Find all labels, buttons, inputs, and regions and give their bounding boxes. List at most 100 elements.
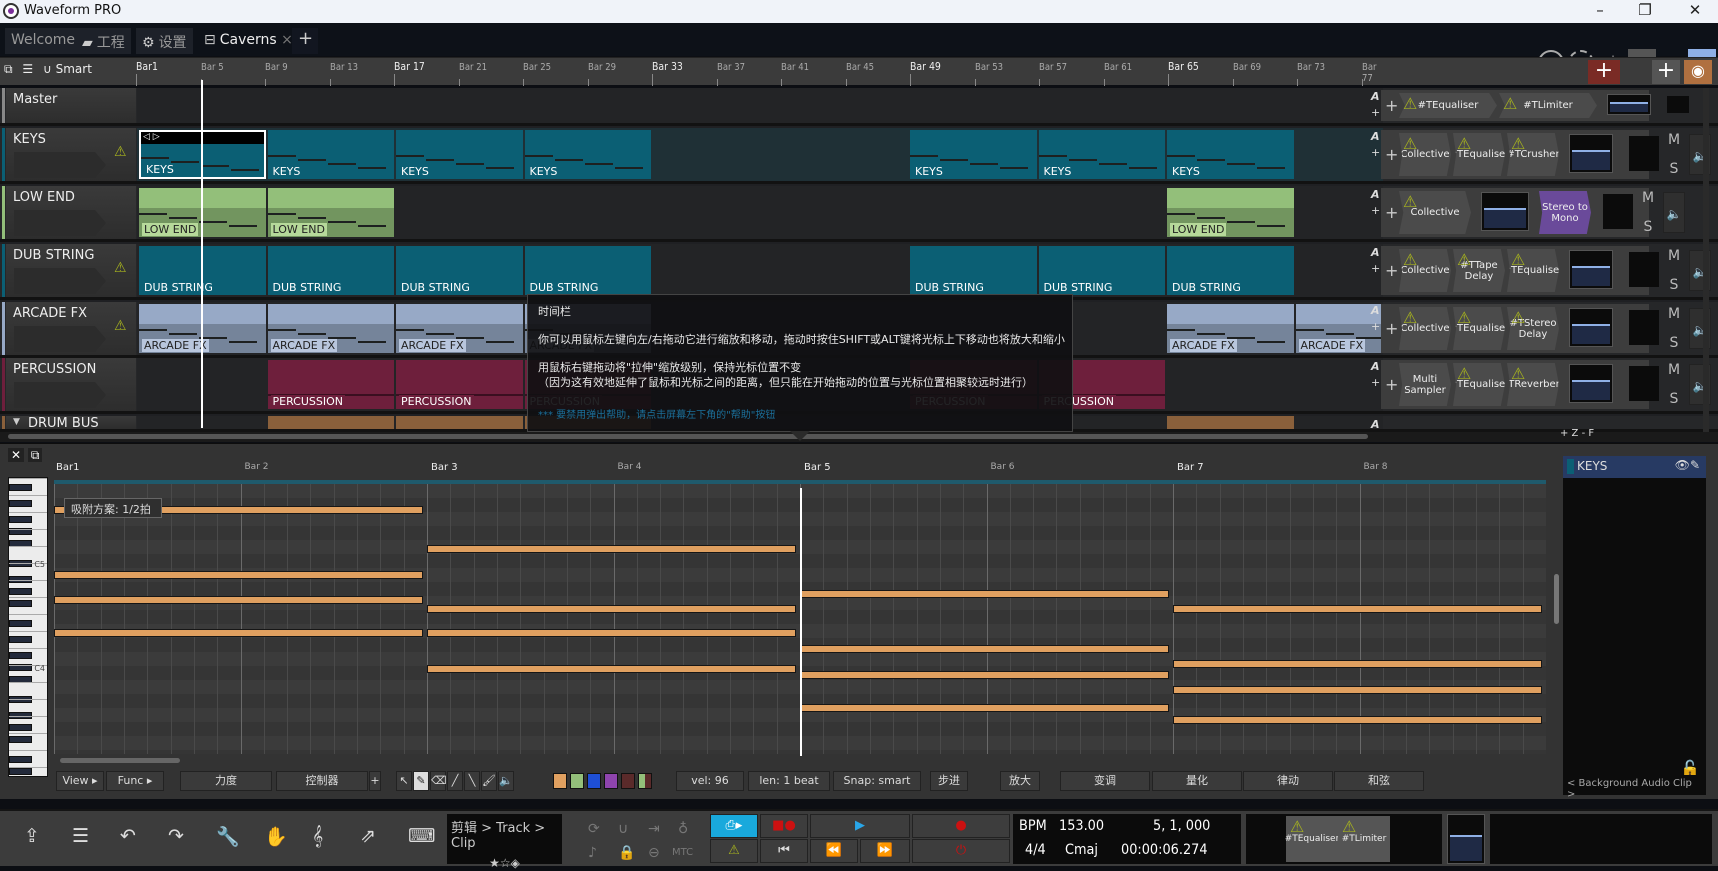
add-folder-button[interactable]: + (1652, 60, 1680, 84)
white-key[interactable] (9, 699, 47, 700)
black-key[interactable] (9, 636, 32, 643)
midi-note[interactable] (1173, 660, 1542, 668)
rewind-button[interactable]: ⏪ (810, 839, 858, 863)
black-key[interactable] (9, 484, 32, 491)
controller-tab[interactable]: 控制器 (276, 771, 368, 791)
lock-icon[interactable]: 🔒 (618, 845, 635, 861)
automation-icon[interactable]: A (1371, 188, 1380, 201)
white-key[interactable] (9, 631, 47, 632)
add-automation-icon[interactable]: + (1371, 320, 1380, 333)
clip[interactable]: DUB STRING (1038, 246, 1165, 295)
window-icon[interactable]: ⧉ (4, 62, 13, 76)
clip[interactable]: KEYS (910, 130, 1037, 179)
tab-project[interactable]: ▰ 工程 (76, 28, 131, 54)
plugin-tequaliser[interactable]: ⚠ #TEqualiser (1453, 307, 1505, 350)
plugin-multisampler[interactable]: Multi Sampler (1399, 363, 1451, 406)
white-key[interactable] (9, 495, 47, 496)
white-key[interactable] (9, 682, 47, 683)
white-key[interactable] (9, 614, 47, 615)
clip[interactable]: ARCADE FX (396, 304, 523, 353)
automation-icon[interactable]: A (1371, 246, 1380, 259)
black-key[interactable] (9, 516, 32, 523)
master-plugin[interactable]: ⚠ #TEqualiser (1285, 816, 1339, 862)
vertical-scrollbar[interactable] (1703, 88, 1709, 432)
solo-button[interactable]: S (1663, 391, 1685, 407)
white-key[interactable] (9, 767, 47, 768)
note-color-swatch[interactable] (604, 773, 618, 789)
add-automation-icon[interactable]: + (1371, 106, 1380, 119)
pencil-tool-icon[interactable]: ✎ (413, 771, 429, 791)
add-automation-icon[interactable]: + (1371, 146, 1380, 159)
clip[interactable] (1167, 416, 1294, 429)
clip[interactable]: DUB STRING (1167, 246, 1294, 295)
eraser-tool-icon[interactable]: ⌫ (430, 771, 447, 791)
bar-position[interactable]: 5, 1, 000 (1153, 818, 1210, 834)
view-menu[interactable]: View ▸ (56, 771, 104, 791)
velocity-tab[interactable]: 力度 (180, 771, 272, 791)
clip[interactable]: KEYS (267, 130, 394, 179)
editor-playhead[interactable] (800, 488, 802, 756)
white-key[interactable] (9, 648, 47, 649)
add-plugin-icon[interactable]: + (1385, 261, 1398, 280)
add-automation-icon[interactable]: + (1371, 262, 1380, 275)
white-key[interactable] (9, 546, 47, 547)
track-list-icon[interactable]: ☰ (22, 62, 33, 76)
track-lane[interactable]: DUB STRING DUB STRING DUB STRING DUB STRING… (137, 244, 1383, 297)
clip[interactable]: DUB STRING (396, 246, 523, 295)
solo-button[interactable]: S (1663, 277, 1685, 293)
eye-edit-icon[interactable]: 👁✎ (1675, 458, 1700, 472)
add-plugin-icon[interactable]: + (1385, 96, 1398, 115)
undo-icon[interactable]: ↶ (120, 825, 136, 847)
add-track-button[interactable]: + (1588, 60, 1620, 84)
close-window-button[interactable]: ✕ (1680, 1, 1710, 19)
clip[interactable] (396, 416, 523, 429)
key-signature[interactable]: Cmaj (1065, 842, 1098, 858)
loop-icon[interactable]: ⟳ (588, 821, 600, 837)
func-menu[interactable]: Func ▸ (106, 771, 164, 791)
black-key[interactable] (9, 500, 32, 507)
playhead[interactable] (201, 80, 203, 428)
time-position[interactable]: 00:00:06.274 (1121, 842, 1208, 858)
clip[interactable]: KEYS (396, 130, 523, 179)
black-key[interactable] (9, 600, 32, 607)
keyboard-icon[interactable]: ⌨ (408, 825, 435, 847)
track-header[interactable]: LOW END (2, 186, 136, 239)
chord-menu[interactable]: 和弦 (1334, 771, 1424, 791)
mute-button[interactable]: M (1637, 190, 1659, 206)
arrangement-scrollbar[interactable]: + Z - F (0, 428, 1718, 442)
plugin-collective[interactable]: ⚠ Collective (1399, 249, 1451, 292)
piano-keyboard[interactable]: C5 C4 (8, 477, 48, 777)
velocity-value[interactable]: vel: 96 (676, 771, 744, 791)
track-lane[interactable] (137, 88, 1383, 123)
mtc-label[interactable]: MTC (672, 847, 693, 858)
mute-button[interactable]: M (1663, 248, 1685, 264)
rating-stars[interactable]: ★☆◈ (451, 856, 558, 870)
groove-menu[interactable]: 律动 (1243, 771, 1333, 791)
snap-icon[interactable]: ∪ (618, 821, 628, 837)
clip[interactable]: ARCADE FX (267, 304, 394, 353)
step-button[interactable]: 步进 (930, 771, 968, 791)
warning-button[interactable]: ⚠ (710, 839, 758, 863)
smart-mode[interactable]: Smart (56, 62, 92, 76)
tab-settings[interactable]: ⚙ 设置 (136, 28, 193, 54)
play-button[interactable]: ▶ (810, 814, 910, 838)
black-key[interactable] (9, 620, 32, 627)
solo-button[interactable]: S (1663, 335, 1685, 351)
wrench-icon[interactable]: 🔧 (216, 825, 240, 848)
redo-icon[interactable]: ↷ (168, 825, 184, 847)
quantise-menu[interactable]: 量化 (1152, 771, 1242, 791)
solo-button[interactable]: S (1663, 161, 1685, 177)
minimize-button[interactable]: – (1585, 1, 1615, 19)
track-header[interactable]: KEYS ⚠ (2, 128, 136, 181)
add-plugin-icon[interactable]: + (1385, 319, 1398, 338)
tab-welcome[interactable]: Welcome (5, 28, 82, 54)
transpose-menu[interactable]: 变调 (1060, 771, 1150, 791)
track-header[interactable]: DUB STRING ⚠ (2, 244, 136, 297)
fast-forward-button[interactable]: ⏩ (860, 839, 910, 863)
plugin-tstereodelay[interactable]: ⚠ #TStereo Delay (1507, 307, 1559, 350)
midi-note[interactable] (427, 665, 796, 673)
mute-button[interactable]: M (1663, 132, 1685, 148)
track-header[interactable]: DRUM BUS ▼ (2, 416, 136, 431)
clip[interactable]: KEYS (524, 130, 651, 179)
add-controller-button[interactable]: + (369, 771, 381, 791)
